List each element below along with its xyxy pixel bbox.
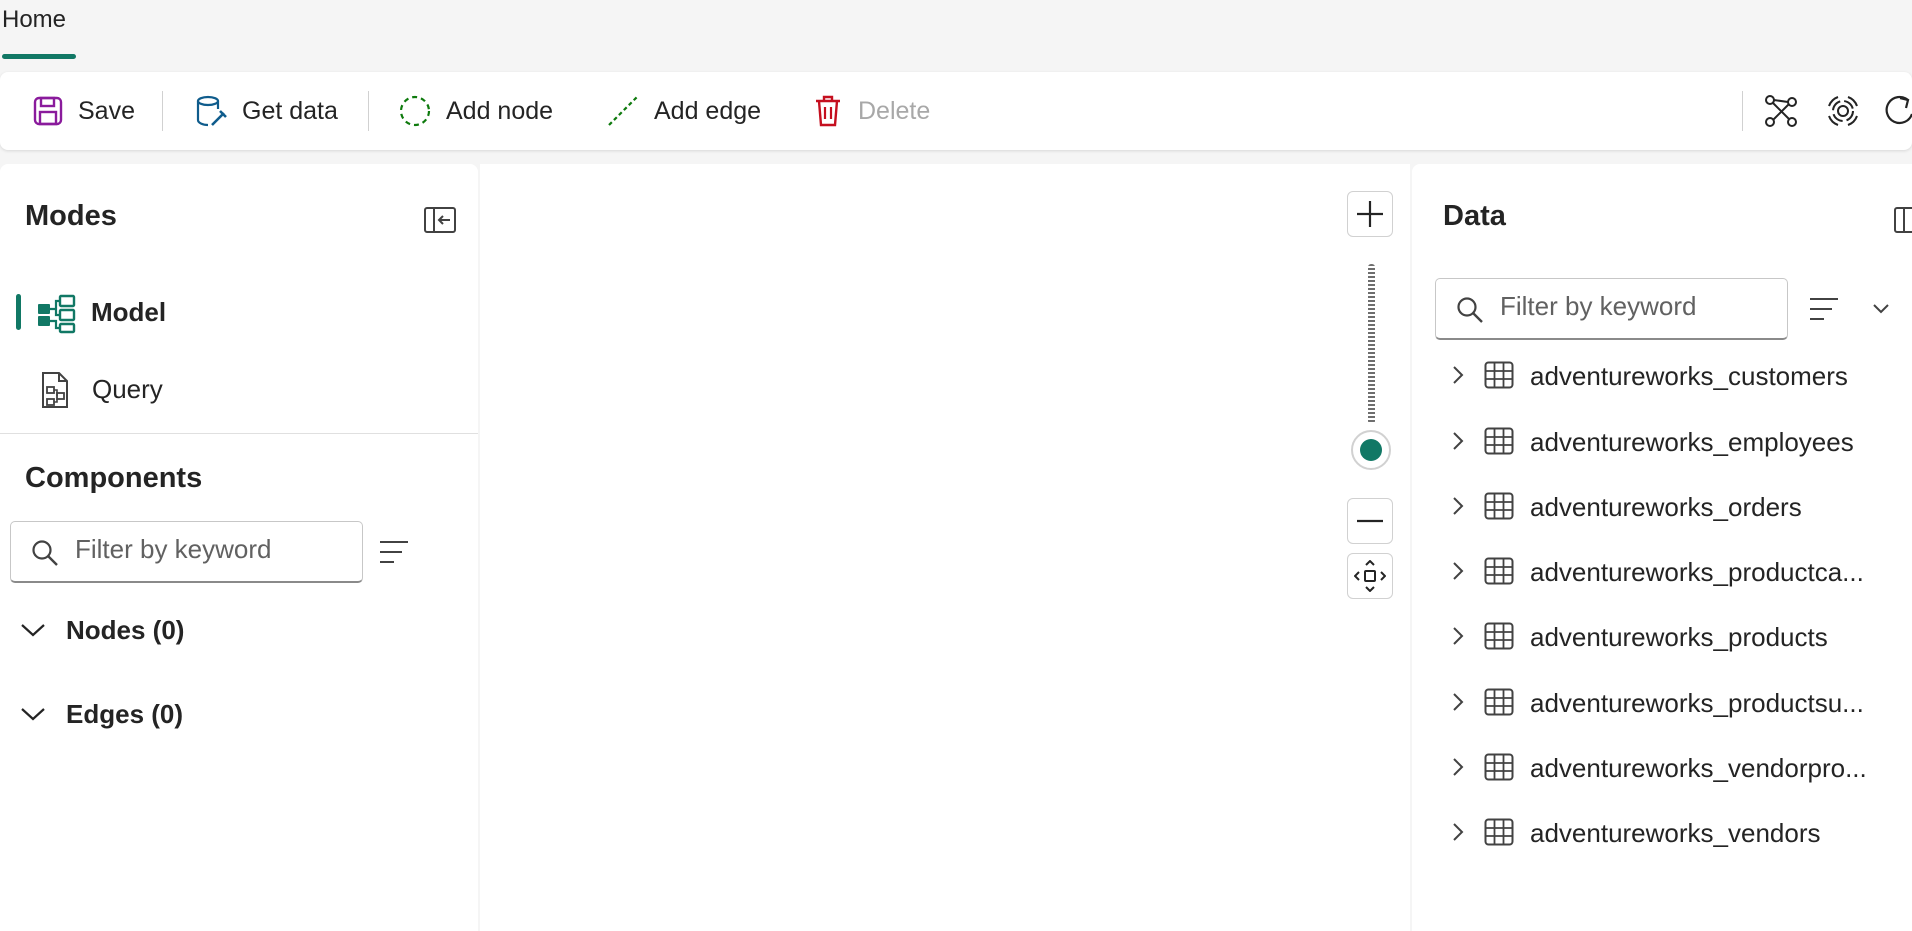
table-icon (1484, 492, 1514, 520)
focus-button[interactable] (1826, 72, 1860, 150)
mode-label-query: Query (92, 373, 163, 404)
plus-icon (1357, 201, 1383, 227)
expand-panel-icon[interactable] (1894, 207, 1912, 233)
get-data-label: Get data (242, 96, 338, 125)
data-search-input[interactable] (1500, 291, 1750, 322)
chevron-right-icon[interactable] (1452, 692, 1464, 712)
chevron-right-icon[interactable] (1452, 757, 1464, 777)
zoom-out-button[interactable] (1347, 498, 1393, 544)
nodes-group-label: Nodes (0) (66, 614, 185, 645)
data-table-label: adventureworks_vendors (1530, 818, 1821, 848)
tab-bar: Home (0, 0, 1912, 72)
panel-divider (0, 433, 478, 434)
chevron-right-icon[interactable] (1452, 496, 1464, 516)
data-table-label: adventureworks_customers (1530, 361, 1848, 391)
modes-title: Modes (25, 200, 117, 232)
sort-filter-icon[interactable] (1808, 295, 1840, 323)
data-table-item[interactable]: adventureworks_vendorpro... (1440, 742, 1910, 792)
ribbon-separator (368, 91, 369, 131)
table-icon (1484, 622, 1514, 650)
ribbon-toolbar: Save Get data Add node Add edge Delete (0, 72, 1912, 150)
add-node-button[interactable]: Add node (398, 72, 553, 150)
add-edge-icon (608, 96, 638, 126)
refresh-icon (1885, 95, 1912, 125)
fit-view-icon (1354, 560, 1386, 592)
trash-icon (816, 95, 840, 127)
table-icon (1484, 753, 1514, 781)
mode-label-model: Model (91, 296, 167, 327)
save-button[interactable]: Save (32, 72, 135, 150)
zoom-slider-track[interactable] (1368, 264, 1375, 424)
query-icon (42, 372, 68, 408)
zoom-in-button[interactable] (1347, 191, 1393, 237)
table-icon (1484, 427, 1514, 455)
data-title: Data (1443, 200, 1506, 232)
model-icon (38, 294, 76, 334)
data-table-label: adventureworks_employees (1530, 427, 1854, 457)
ribbon-separator (162, 91, 163, 131)
chevron-right-icon[interactable] (1452, 561, 1464, 581)
components-title: Components (25, 462, 203, 494)
graph-layout-button[interactable] (1764, 72, 1798, 150)
tab-home-indicator (2, 54, 76, 59)
data-table-label: adventureworks_productsu... (1530, 688, 1864, 718)
mode-item-query[interactable]: Query (16, 359, 456, 419)
chevron-down-icon (21, 708, 45, 721)
tab-home[interactable]: Home (2, 6, 66, 34)
delete-button[interactable]: Delete (812, 72, 930, 150)
table-icon (1484, 557, 1514, 585)
graph-icon (1765, 95, 1797, 127)
chevron-down-icon[interactable] (1872, 303, 1890, 315)
data-table-label: adventureworks_orders (1530, 492, 1802, 522)
data-table-item[interactable]: adventureworks_productsu... (1440, 677, 1910, 727)
database-icon (196, 95, 227, 127)
data-table-item[interactable]: adventureworks_employees (1440, 416, 1910, 466)
selected-indicator (16, 294, 21, 330)
data-table-item[interactable]: adventureworks_orders (1440, 481, 1910, 531)
get-data-button[interactable]: Get data (194, 72, 338, 150)
add-node-label: Add node (446, 96, 554, 125)
data-table-label: adventureworks_vendorpro... (1530, 753, 1867, 783)
components-search-input[interactable] (75, 534, 325, 565)
edges-group-label: Edges (0) (66, 698, 184, 729)
save-icon (33, 96, 63, 126)
data-table-label: adventureworks_products (1530, 622, 1828, 652)
chevron-right-icon[interactable] (1452, 626, 1464, 646)
data-table-item[interactable]: adventureworks_vendors (1440, 807, 1910, 857)
chevron-right-icon[interactable] (1452, 822, 1464, 842)
edges-group[interactable]: Edges (0) (20, 689, 183, 739)
table-icon (1484, 688, 1514, 716)
fit-to-screen-button[interactable] (1347, 553, 1393, 599)
zoom-slider-thumb[interactable] (1351, 430, 1391, 470)
data-table-item[interactable]: adventureworks_productca... (1440, 546, 1910, 596)
table-icon (1484, 818, 1514, 846)
save-label: Save (78, 96, 135, 125)
components-filter[interactable] (10, 521, 363, 583)
search-icon (1457, 297, 1483, 323)
search-icon (32, 540, 58, 566)
chevron-down-icon (21, 624, 45, 637)
add-edge-button[interactable]: Add edge (606, 72, 761, 150)
data-table-item[interactable]: adventureworks_products (1440, 611, 1910, 661)
focus-icon (1828, 96, 1858, 126)
data-table-label: adventureworks_productca... (1530, 557, 1864, 587)
nodes-group[interactable]: Nodes (0) (20, 605, 184, 655)
table-icon (1484, 361, 1514, 389)
chevron-right-icon[interactable] (1452, 365, 1464, 385)
add-edge-label: Add edge (654, 96, 762, 125)
ribbon-separator (1742, 91, 1743, 131)
collapse-panel-icon[interactable] (424, 207, 456, 233)
chevron-right-icon[interactable] (1452, 431, 1464, 451)
add-node-icon (399, 95, 431, 127)
data-filter[interactable] (1435, 278, 1788, 340)
mode-item-model[interactable]: Model (16, 282, 456, 342)
data-table-item[interactable]: adventureworks_customers (1440, 350, 1910, 400)
graph-canvas[interactable] (480, 164, 1410, 931)
delete-label: Delete (858, 96, 931, 125)
minus-icon (1357, 519, 1383, 523)
sort-filter-icon[interactable] (378, 538, 410, 566)
refresh-button[interactable] (1884, 72, 1912, 150)
